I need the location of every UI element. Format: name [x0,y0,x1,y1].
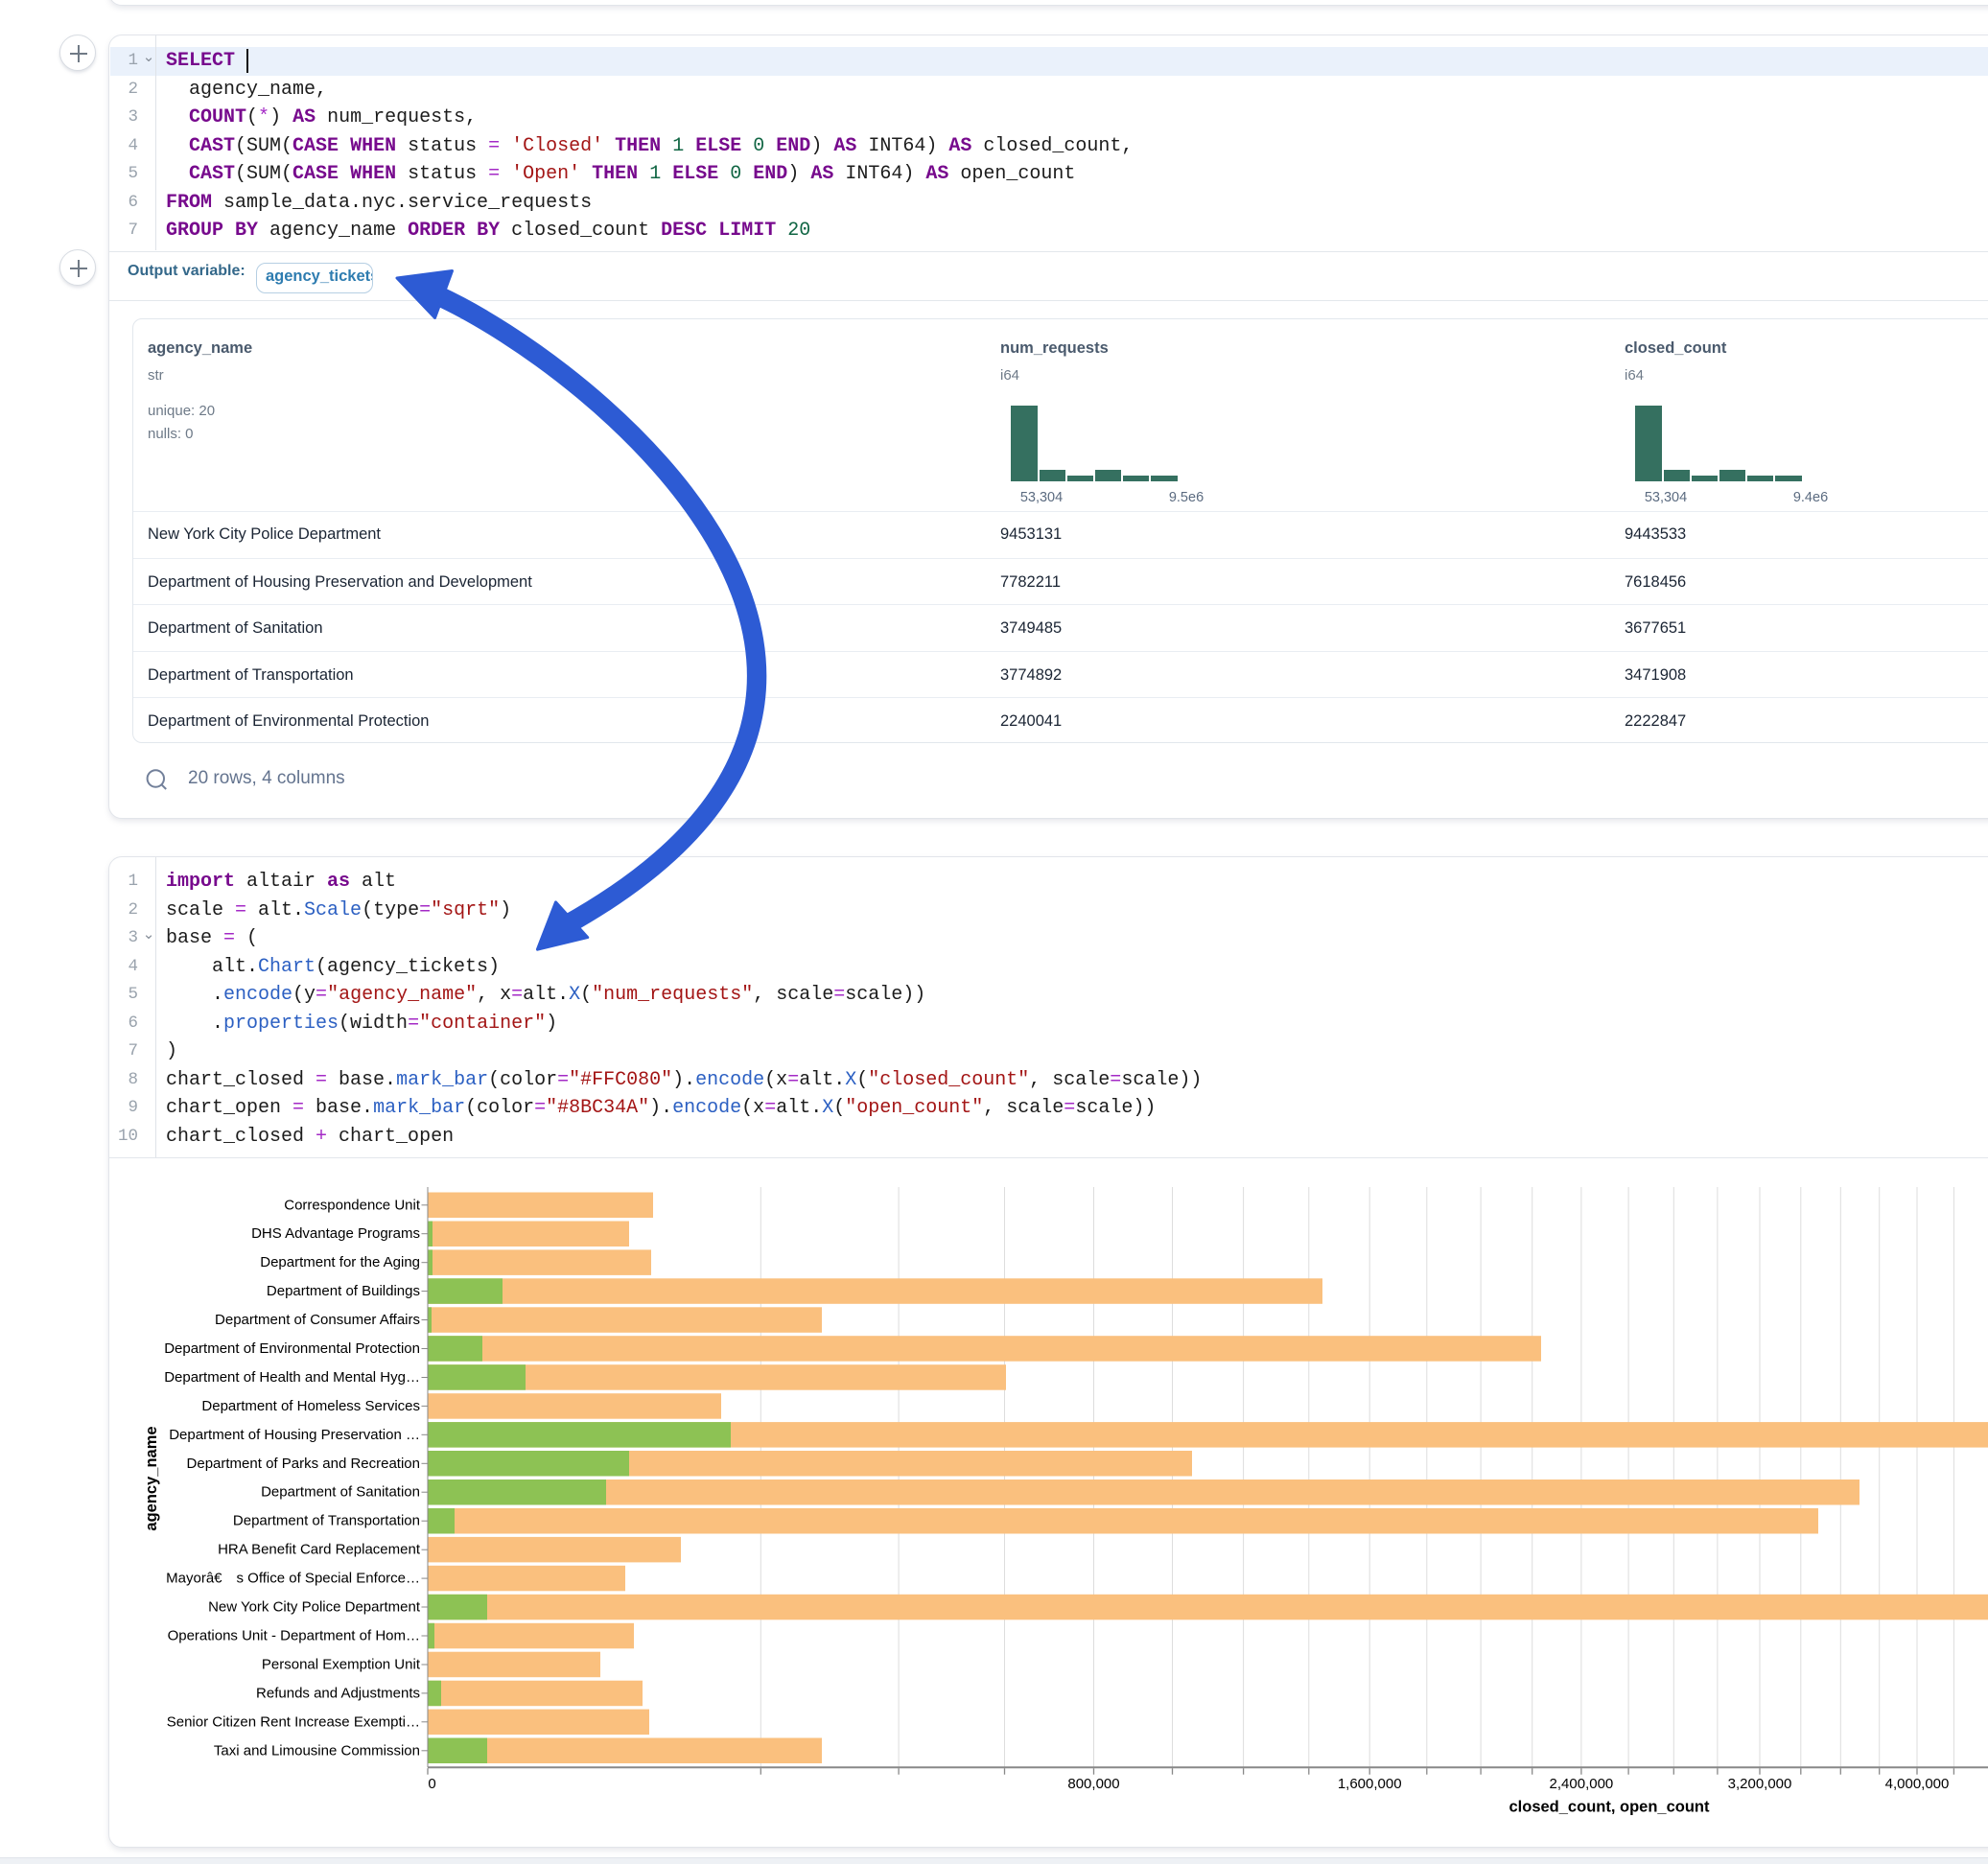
svg-text:Department of Housing Preserva: Department of Housing Preservation … [169,1427,420,1443]
svg-text:0: 0 [428,1776,435,1792]
svg-text:Operations Unit - Department o: Operations Unit - Department of Hom… [168,1628,420,1644]
svg-text:agency_name: agency_name [143,1426,160,1530]
svg-text:Department of Sanitation: Department of Sanitation [261,1484,420,1501]
svg-text:Department for the Aging: Department for the Aging [260,1254,420,1270]
svg-text:3,200,000: 3,200,000 [1728,1776,1792,1792]
svg-text:Department of Transportation: Department of Transportation [233,1513,420,1529]
svg-text:DHS Advantage Programs: DHS Advantage Programs [251,1225,420,1242]
svg-text:Department of Consumer Affairs: Department of Consumer Affairs [215,1312,420,1328]
svg-text:1,600,000: 1,600,000 [1338,1776,1402,1792]
svg-text:Mayorâ€ s Office of Special En: Mayorâ€ s Office of Special Enforce… [166,1571,420,1587]
svg-text:Senior Citizen Rent Increase E: Senior Citizen Rent Increase Exempti… [167,1713,420,1730]
svg-text:HRA Benefit Card Replacement: HRA Benefit Card Replacement [218,1542,421,1558]
svg-text:Department of Parks and Recrea: Department of Parks and Recreation [187,1456,420,1472]
svg-text:4,000,000: 4,000,000 [1885,1776,1950,1792]
svg-text:Correspondence Unit: Correspondence Unit [284,1197,421,1213]
svg-text:Department of Homeless Service: Department of Homeless Services [201,1398,420,1414]
svg-text:Personal Exemption Unit: Personal Exemption Unit [262,1657,421,1673]
svg-text:Department of Buildings: Department of Buildings [267,1283,420,1299]
svg-text:New York City Police Departmen: New York City Police Department [208,1599,421,1616]
svg-text:Department of Environmental Pr: Department of Environmental Protection [164,1340,420,1357]
svg-text:closed_count, open_count: closed_count, open_count [1509,1799,1710,1816]
svg-text:Department of Health and Menta: Department of Health and Mental Hyg… [164,1369,420,1386]
svg-text:Refunds and Adjustments: Refunds and Adjustments [256,1685,420,1701]
svg-text:800,000: 800,000 [1067,1776,1119,1792]
svg-text:Taxi and Limousine Commission: Taxi and Limousine Commission [214,1742,420,1759]
svg-text:2,400,000: 2,400,000 [1550,1776,1614,1792]
